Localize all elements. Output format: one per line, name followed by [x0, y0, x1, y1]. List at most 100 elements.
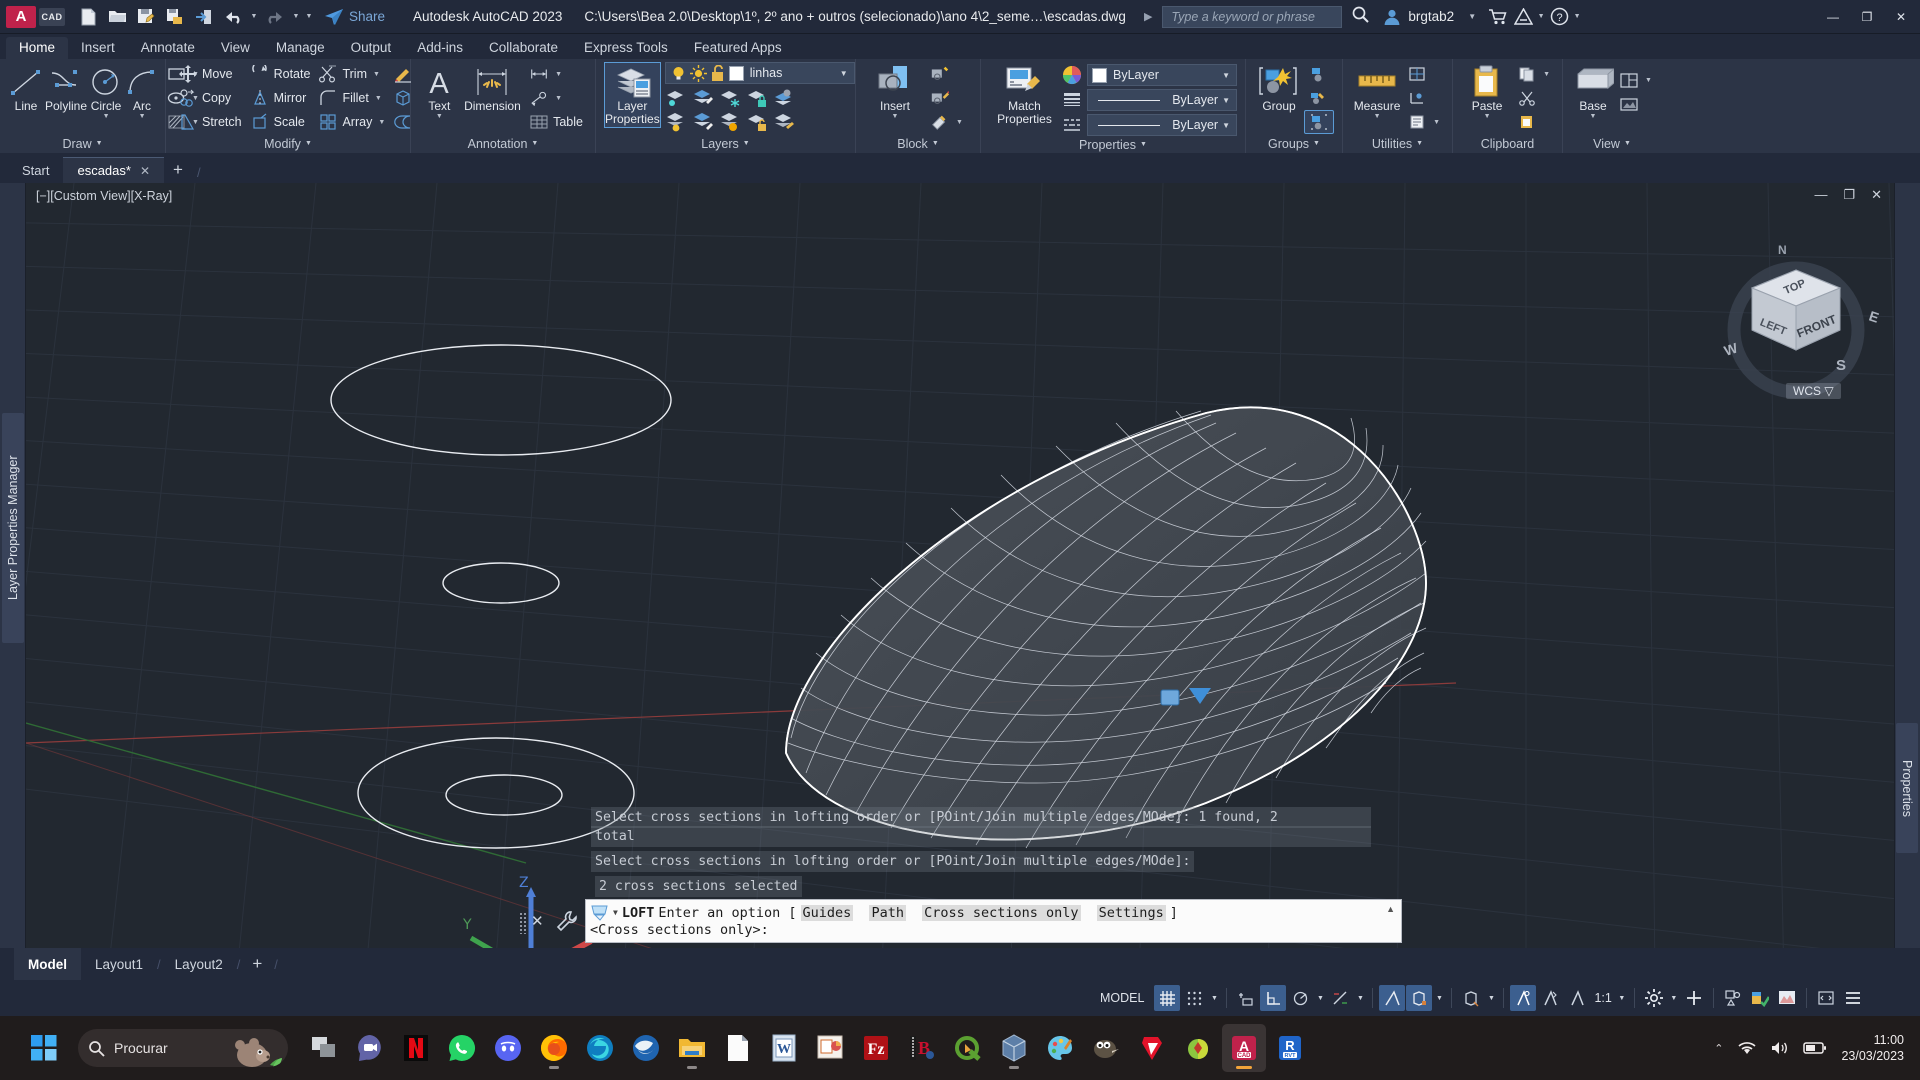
command-option-settings[interactable]: Settings — [1096, 904, 1166, 921]
close-window-button[interactable]: ✕ — [1886, 1, 1916, 33]
restore-window-button[interactable]: ❐ — [1852, 1, 1882, 33]
taskbar-search-box[interactable]: Procurar — [78, 1029, 288, 1067]
viewport-close-button[interactable]: ✕ — [1871, 187, 1882, 203]
panel-title-groups[interactable]: Groups ▼ — [1250, 134, 1338, 153]
trim-button[interactable]: Trim ▼ — [314, 62, 389, 86]
mirror-button[interactable]: Mirror — [246, 86, 315, 110]
paste-button[interactable]: Paste ▼ — [1461, 62, 1513, 122]
layout-tab-model[interactable]: Model — [14, 948, 81, 980]
base-view-dropdown-icon[interactable]: ▼ — [1590, 113, 1597, 120]
graphics-performance-icon[interactable] — [1774, 985, 1800, 1011]
rotate-button[interactable]: Rotate — [246, 62, 315, 86]
ungroup-button[interactable] — [1304, 62, 1334, 86]
infer-constraints-toggle[interactable] — [1233, 985, 1259, 1011]
copy-clip-dropdown-icon[interactable]: ▼ — [1543, 71, 1550, 78]
panel-title-utilities[interactable]: Utilities ▼ — [1347, 134, 1448, 153]
panel-title-view[interactable]: View ▼ — [1567, 134, 1657, 153]
linear-dimension-button[interactable]: ▼ — [525, 62, 587, 86]
trim-dropdown-icon[interactable]: ▼ — [373, 71, 380, 78]
object-snap-toggle[interactable] — [1379, 985, 1406, 1011]
show-hidden-icons-chevron[interactable]: ⌃ — [1714, 1042, 1723, 1055]
command-window-grip[interactable] — [519, 912, 527, 934]
clean-screen-icon[interactable] — [1813, 985, 1839, 1011]
fillet-dropdown-icon[interactable]: ▼ — [375, 95, 382, 102]
array-button[interactable]: Array ▼ — [314, 110, 389, 134]
ribbon-tab-addins[interactable]: Add-ins — [404, 37, 476, 59]
paint-icon[interactable] — [1038, 1024, 1082, 1072]
layout-tab-layout1[interactable]: Layout1 — [81, 948, 157, 980]
list-button[interactable]: ▼ — [1403, 110, 1444, 134]
search-icon[interactable] — [1351, 5, 1370, 29]
annotation-scale-dropdown-icon[interactable]: ▼ — [1616, 995, 1628, 1002]
fillet-button[interactable]: Fillet ▼ — [314, 86, 389, 110]
command-expand-icon[interactable]: ▲ — [1386, 904, 1395, 914]
file-tab-escadas[interactable]: escadas* ✕ — [63, 157, 165, 183]
customization-menu-icon[interactable] — [1840, 985, 1866, 1011]
windows-start-icon[interactable] — [18, 1024, 70, 1072]
paste-special-button[interactable] — [1513, 110, 1554, 134]
new-file-icon[interactable] — [75, 4, 101, 30]
netflix-icon[interactable] — [394, 1024, 438, 1072]
copy-button[interactable]: Copy — [174, 86, 246, 110]
measure-dropdown-icon[interactable]: ▼ — [1374, 113, 1381, 120]
chevron-down-icon[interactable]: ▼ — [1218, 96, 1234, 105]
panel-title-draw[interactable]: Draw ▼ — [4, 134, 161, 153]
command-option-guides[interactable]: Guides — [800, 904, 854, 921]
ribbon-tab-express-tools[interactable]: Express Tools — [571, 37, 681, 59]
current-layer-combo[interactable]: linhas ▼ — [664, 62, 855, 84]
help-search-input[interactable]: Type a keyword or phrase — [1162, 5, 1343, 28]
named-views-button[interactable] — [1615, 92, 1656, 116]
undo-dropdown-icon[interactable]: ▼ — [249, 13, 259, 20]
panel-title-layers[interactable]: Layers ▼ — [600, 134, 851, 153]
polar-settings-dropdown-icon[interactable]: ▼ — [1314, 995, 1326, 1002]
autocad-icon[interactable]: A CAD — [1222, 1024, 1266, 1072]
lumion-icon[interactable] — [1176, 1024, 1220, 1072]
microsoft-word-icon[interactable]: W — [762, 1024, 806, 1072]
arc-button[interactable]: Arc ▼ — [124, 62, 160, 122]
copy-clip-button[interactable]: ▼ — [1513, 62, 1554, 86]
qat-more-icon[interactable]: ▼ — [304, 13, 314, 20]
hardware-acceleration-icon[interactable] — [1747, 985, 1773, 1011]
export-icon[interactable] — [191, 4, 217, 30]
microsoft-powerpoint-icon[interactable] — [808, 1024, 852, 1072]
isometric-dropdown-icon[interactable]: ▼ — [1354, 995, 1366, 1002]
notepad-icon[interactable] — [716, 1024, 760, 1072]
circle-button[interactable]: Circle ▼ — [88, 62, 124, 122]
sketchup-icon[interactable] — [1130, 1024, 1174, 1072]
object-snap-tracking-toggle[interactable] — [1458, 985, 1484, 1011]
close-icon[interactable]: ✕ — [531, 912, 544, 930]
table-button[interactable]: Table — [525, 110, 587, 134]
sketchup-viewer-icon[interactable] — [992, 1024, 1036, 1072]
new-file-tab-button[interactable]: + — [164, 157, 192, 183]
ribbon-tab-output[interactable]: Output — [338, 37, 405, 59]
microsoft-edge-icon[interactable] — [578, 1024, 622, 1072]
workspace-dropdown-icon[interactable]: ▼ — [1668, 995, 1680, 1002]
ortho-mode-toggle[interactable] — [1260, 985, 1287, 1011]
task-view-icon[interactable] — [302, 1024, 346, 1072]
thunderbird-icon[interactable] — [624, 1024, 668, 1072]
close-icon[interactable]: ✕ — [140, 164, 150, 178]
panel-title-properties[interactable]: Properties ▼ — [985, 136, 1241, 153]
bluebeam-revu-icon[interactable]: B — [900, 1024, 944, 1072]
create-block-button[interactable] — [926, 62, 967, 86]
insert-block-button[interactable]: Insert ▼ — [864, 62, 926, 122]
edit-block-button[interactable] — [926, 86, 967, 110]
ribbon-tab-annotate[interactable]: Annotate — [128, 37, 208, 59]
match-properties-button[interactable]: Match Properties — [989, 62, 1060, 128]
revit-icon[interactable]: R RVT — [1268, 1024, 1312, 1072]
block-attributes-dropdown-icon[interactable]: ▼ — [956, 119, 963, 126]
gimp-icon[interactable] — [1084, 1024, 1128, 1072]
command-option-cross-sections-only[interactable]: Cross sections only — [922, 904, 1081, 921]
array-dropdown-icon[interactable]: ▼ — [378, 119, 385, 126]
autodesk-app-dropdown-icon[interactable]: ▼ — [1536, 13, 1546, 20]
model-space-button[interactable]: MODEL — [1090, 991, 1154, 1005]
chevron-down-icon[interactable]: ▼ — [836, 69, 852, 78]
panel-title-annotation[interactable]: Annotation ▼ — [415, 134, 591, 153]
filezilla-icon[interactable]: Fz — [854, 1024, 898, 1072]
workspace-settings-icon[interactable] — [1641, 985, 1667, 1011]
linear-dimension-dropdown-icon[interactable]: ▼ — [555, 71, 562, 78]
group-button[interactable]: Group — [1254, 62, 1304, 115]
autodesk-app-icon[interactable] — [1510, 4, 1536, 30]
id-point-button[interactable] — [1403, 86, 1444, 110]
quick-measure-button[interactable] — [1403, 62, 1444, 86]
